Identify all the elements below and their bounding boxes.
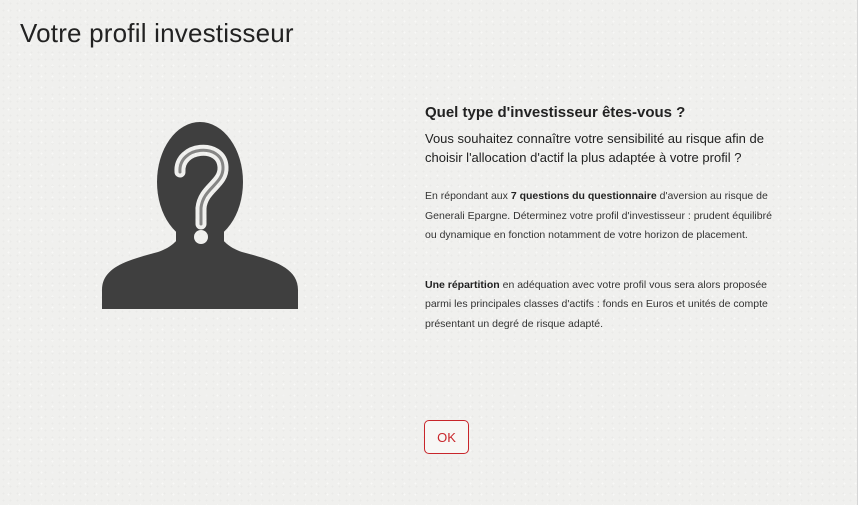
intro-content: Quel type d'investisseur êtes-vous ? Vou…	[425, 104, 775, 334]
person-question-icon	[100, 112, 300, 312]
allocation-paragraph: Une répartition en adéquation avec votre…	[425, 276, 775, 335]
question-heading: Quel type d'investisseur êtes-vous ?	[425, 104, 686, 121]
lead-paragraph: Vous souhaitez connaître votre sensibili…	[425, 131, 764, 165]
questionnaire-paragraph: En répondant aux 7 questions du question…	[425, 187, 775, 246]
page-title: Votre profil investisseur	[20, 18, 294, 48]
ok-button[interactable]: OK	[424, 420, 469, 454]
profile-page: Votre profil investisseur Quel type d'in…	[0, 0, 858, 505]
questionnaire-count: 7 questions du questionnaire	[510, 190, 657, 202]
questionnaire-text-before: En répondant aux	[425, 190, 511, 202]
allocation-highlight: Une répartition	[425, 278, 500, 291]
